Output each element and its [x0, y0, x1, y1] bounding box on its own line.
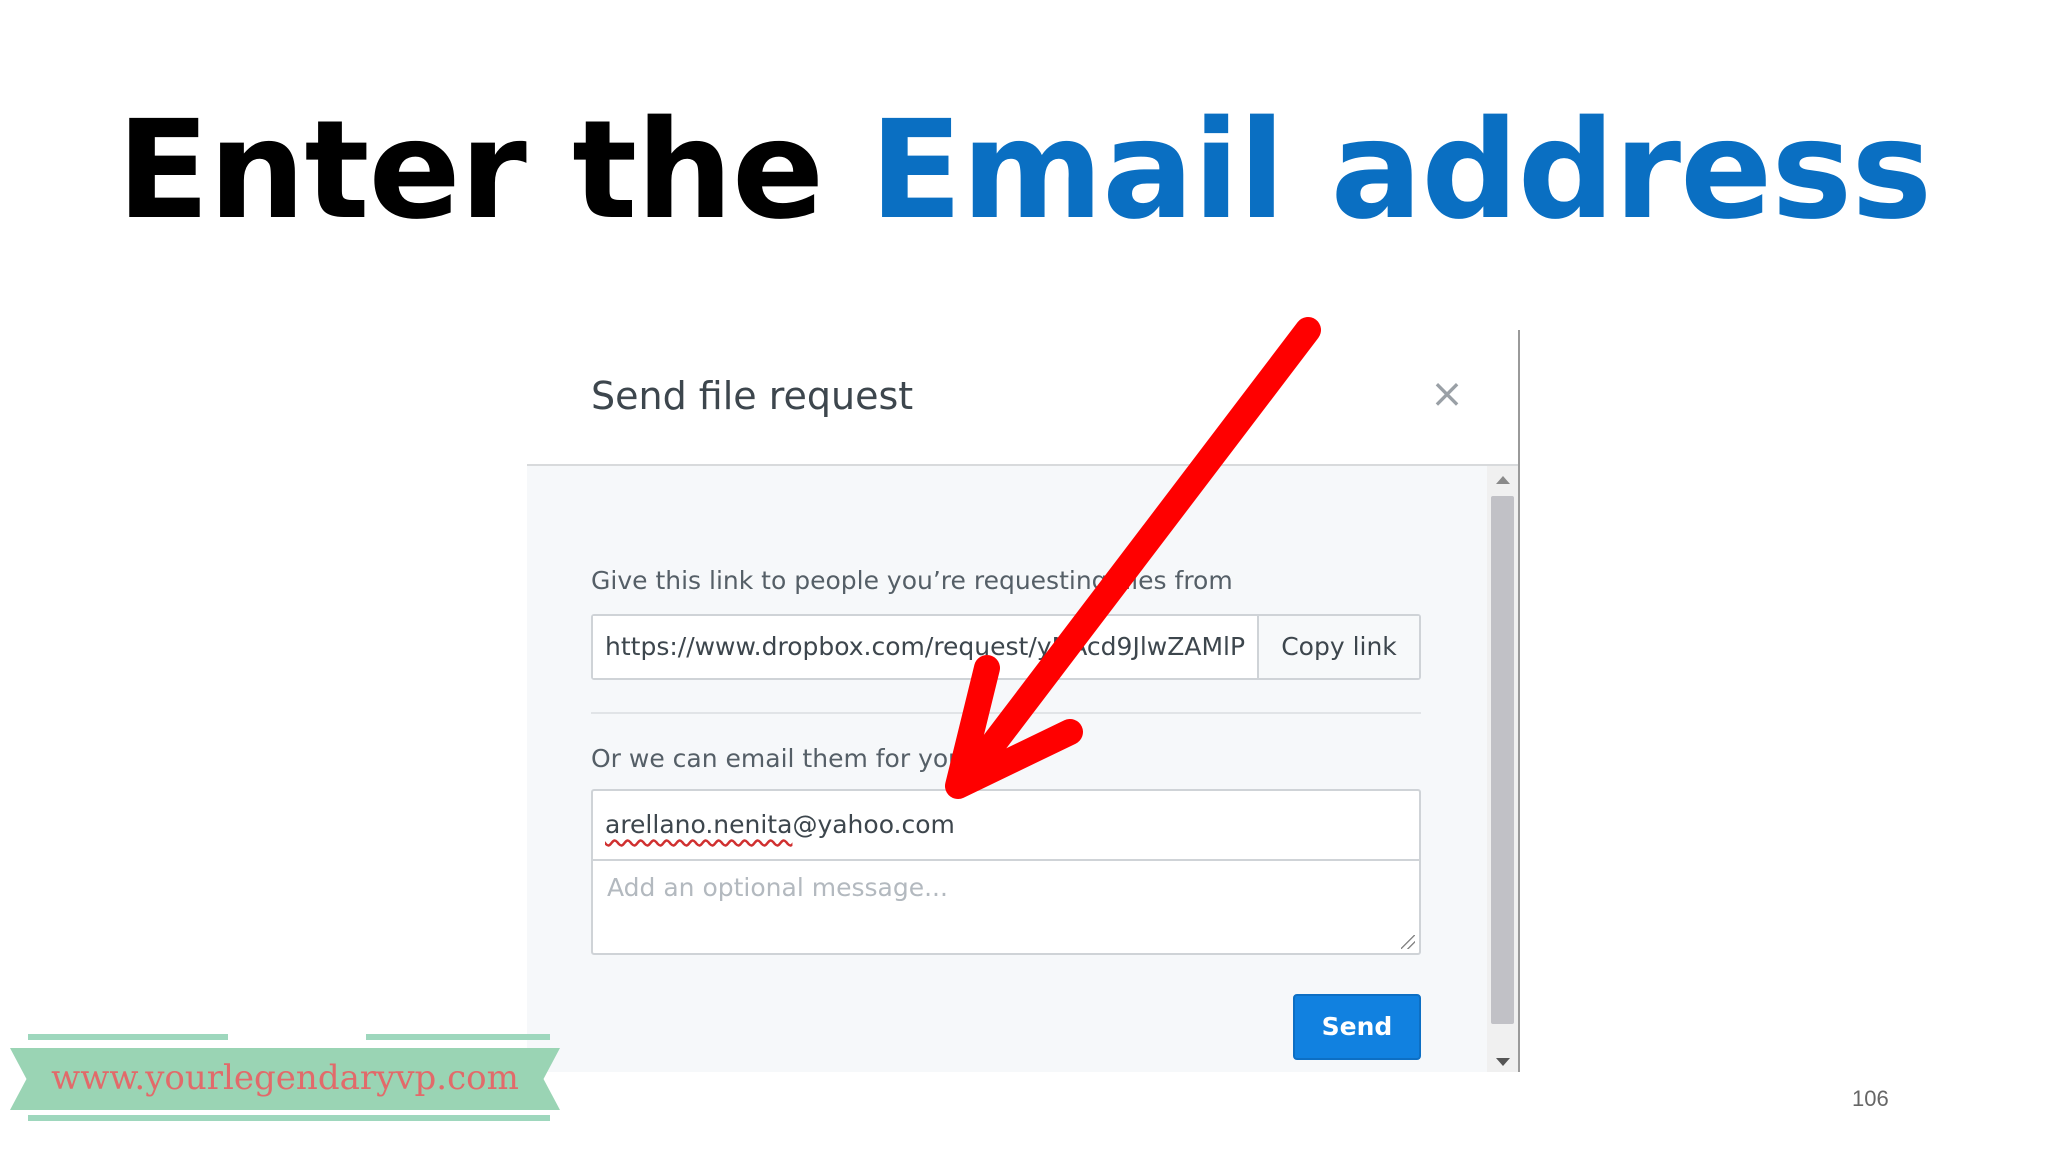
banner-line-top-left — [28, 1034, 228, 1040]
slide-title: Enter the Email address — [0, 96, 2048, 246]
email-local-part: arellano.nenita — [605, 810, 793, 839]
banner-line-bottom — [28, 1115, 550, 1121]
slide-title-accent: Email address — [869, 92, 1933, 250]
dialog-body: Give this link to people you’re requesti… — [527, 466, 1487, 1072]
email-domain-part: @yahoo.com — [792, 810, 955, 839]
scroll-up-arrow-icon[interactable] — [1496, 476, 1510, 484]
request-link-field[interactable]: https://www.dropbox.com/request/yNAcd9Jl… — [593, 616, 1257, 678]
page-number: 106 — [1852, 1086, 1889, 1111]
copy-link-button[interactable]: Copy link — [1257, 616, 1419, 678]
resize-grip-icon[interactable] — [1401, 935, 1415, 949]
website-banner-text: www.yourlegendaryvp.com — [51, 1058, 519, 1098]
banner-line-top-right — [366, 1034, 550, 1040]
slide-title-plain: Enter the — [116, 92, 870, 250]
dialog-title: Send file request — [591, 374, 914, 418]
send-button[interactable]: Send — [1293, 994, 1421, 1060]
scrollbar[interactable] — [1487, 466, 1518, 1072]
email-field[interactable]: arellano.nenita@yahoo.com — [593, 791, 1419, 861]
scroll-thumb[interactable] — [1491, 496, 1514, 1024]
link-group: https://www.dropbox.com/request/yNAcd9Jl… — [591, 614, 1421, 680]
link-label: Give this link to people you’re requesti… — [591, 566, 1233, 595]
email-group: arellano.nenita@yahoo.com Add an optiona… — [591, 789, 1421, 955]
email-label: Or we can email them for you — [591, 744, 965, 773]
close-icon[interactable]: × — [1427, 374, 1467, 414]
optional-message-field[interactable]: Add an optional message... — [593, 861, 1419, 953]
send-file-request-dialog: Send file request × Give this link to pe… — [527, 330, 1520, 1072]
divider — [591, 712, 1421, 714]
dialog-header: Send file request × — [527, 330, 1518, 466]
scroll-down-arrow-icon[interactable] — [1496, 1058, 1510, 1066]
